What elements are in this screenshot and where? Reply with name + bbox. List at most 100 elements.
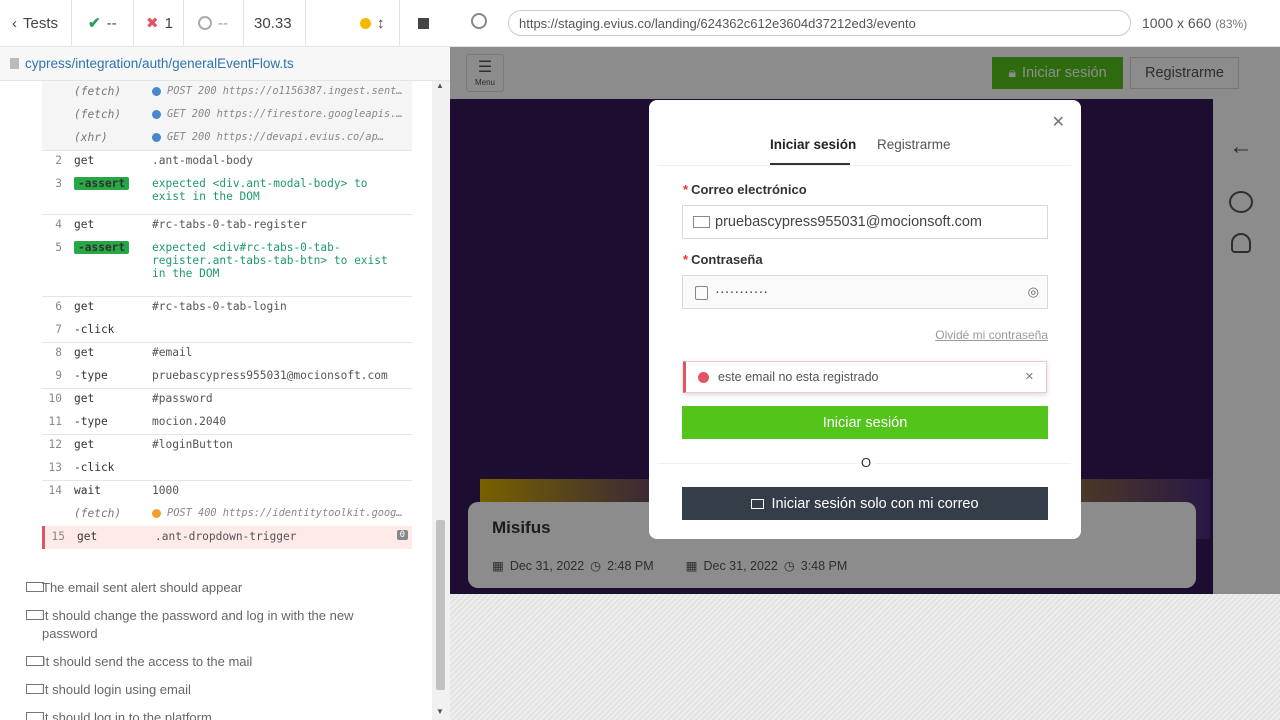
test-item[interactable]: it should login using email (26, 681, 376, 699)
command-name: (fetch) (74, 507, 122, 520)
updown-arrow-icon: ↕ (377, 14, 385, 32)
network-request-row[interactable]: (fetch) POST 200 https://o1156387.ingest.… (42, 81, 412, 104)
command-number: 13 (48, 461, 62, 474)
test-item[interactable]: it should change the password and log in… (26, 607, 376, 643)
passed-count[interactable]: ✔ -- (72, 0, 134, 46)
failed-count[interactable]: ✖ 1 (134, 0, 184, 46)
command-row[interactable]: 11 -type mocion.2040 (42, 411, 412, 434)
test-item[interactable]: The email sent alert should appear (26, 579, 376, 597)
command-name: -click (74, 323, 115, 336)
error-icon (698, 372, 709, 383)
test-item[interactable]: It should send the access to the mail (26, 653, 376, 671)
viewport-size: 1000 x 660 (83%) (1142, 15, 1247, 31)
command-row[interactable]: 13 -click (42, 457, 412, 480)
request-status-dot-icon (152, 132, 161, 142)
email-label: * Correo electrónico (683, 182, 807, 197)
email-label-text: Correo electrónico (691, 182, 807, 197)
command-row[interactable]: 2 get .ant-modal-body (42, 150, 412, 173)
stop-icon (418, 17, 429, 29)
close-icon[interactable]: ✕ (1052, 112, 1065, 132)
request-url: POST 400 https://identitytoolkit.googlea… (167, 507, 406, 519)
login-modal: ✕ Iniciar sesión Registrarme * Correo ele… (649, 100, 1081, 539)
failed-value: 1 (164, 14, 173, 32)
checkbox-icon (26, 610, 44, 620)
reporter-scrollbar[interactable]: ▲ ▼ (432, 81, 450, 720)
command-message: #password (152, 392, 213, 405)
command-number: 2 (55, 154, 62, 167)
email-only-label: Iniciar sesión solo con mi correo (771, 495, 979, 512)
checkbox-icon (26, 684, 44, 694)
request-url: GET 200 https://devapi.evius.co/ap… (167, 131, 384, 143)
command-row[interactable]: 15 get .ant-dropdown-trigger 0 (42, 526, 412, 549)
pending-count[interactable]: -- (184, 0, 244, 46)
target-icon[interactable] (471, 13, 487, 29)
network-request-row[interactable]: (xhr) GET 200 https://devapi.evius.co/ap… (42, 127, 412, 150)
command-row[interactable]: 3 -assert expected <div.ant-modal-body> to… (42, 173, 412, 214)
checkbox-icon (26, 656, 44, 666)
command-row[interactable]: 5 -assert expected <div#rc-tabs-0-tab-regi… (42, 237, 412, 296)
password-field[interactable]: ··········· ◎ (682, 275, 1048, 309)
email-only-login-button[interactable]: Iniciar sesión solo con mi correo (682, 487, 1048, 520)
command-number: 6 (55, 300, 62, 313)
network-request-row[interactable]: (fetch) GET 200 https://firestore.googlea… (42, 104, 412, 127)
tab-login[interactable]: Iniciar sesión (770, 137, 856, 152)
stop-button[interactable] (400, 0, 450, 46)
command-message: #loginButton (152, 438, 233, 451)
command-row[interactable]: 14 wait 1000 (42, 480, 412, 503)
command-message: expected <div#rc-tabs-0-tab-register.ant… (152, 241, 388, 280)
command-name: get (74, 300, 95, 313)
request-status-dot-icon (152, 109, 161, 119)
password-value: ··········· (715, 284, 769, 300)
eye-invisible-icon[interactable]: ◎ (1028, 284, 1039, 300)
command-message: expected <div.ant-modal-body> to exist i… (152, 177, 368, 203)
test-title: It should send the access to the mail (42, 654, 253, 669)
command-row[interactable]: 7 -click (42, 319, 412, 342)
test-item[interactable]: it should log in to the platform (26, 709, 376, 720)
auto-scroll-toggle[interactable]: ↕ (306, 0, 400, 46)
close-icon[interactable]: ✕ (1025, 370, 1034, 383)
command-number: 4 (55, 218, 62, 231)
tab-register-label: Registrarme (877, 137, 951, 152)
tab-register[interactable]: Registrarme (877, 137, 951, 152)
email-field[interactable]: pruebascypress955031@mocionsoft.com (682, 205, 1048, 239)
password-label-text: Contraseña (691, 252, 763, 267)
command-row[interactable]: 10 get #password (42, 388, 412, 411)
forgot-password-link[interactable]: Olvidé mi contraseña (935, 328, 1048, 342)
scroll-down-arrow[interactable]: ▼ (436, 707, 444, 716)
tests-label: Tests (23, 14, 59, 32)
command-name: get (74, 154, 95, 167)
browser-toolbar: https://staging.evius.co/landing/624362c… (450, 0, 1280, 47)
command-message: POST 200 https://o1156387.ingest.sentry.… (152, 85, 406, 97)
command-message: GET 200 https://devapi.evius.co/ap… (152, 131, 406, 143)
command-row[interactable]: 8 get #email (42, 342, 412, 365)
spec-path-link[interactable]: cypress/integration/auth/generalEventFlo… (25, 56, 294, 71)
command-log: (fetch) POST 200 https://o1156387.ingest.… (0, 81, 432, 720)
test-title: it should change the password and log in… (42, 608, 354, 641)
command-name: (xhr) (74, 131, 108, 144)
pending-circle-icon (198, 16, 212, 30)
tabs-divider (657, 165, 1071, 166)
command-name: get (74, 346, 95, 359)
command-row[interactable]: 6 get #rc-tabs-0-tab-login (42, 296, 412, 319)
test-title: it should login using email (42, 682, 191, 697)
command-number: 12 (48, 438, 62, 451)
chevron-left-icon: ‹ (12, 14, 17, 32)
app-viewport: ☰ Menu 🔒︎ Iniciar sesión Registrarme ← Mi… (450, 47, 1280, 594)
submit-login-button[interactable]: Iniciar sesión (682, 406, 1048, 439)
request-url: GET 200 https://firestore.googleapis.com… (167, 108, 406, 120)
command-name: get (74, 392, 95, 405)
element-count-badge: 0 (396, 530, 408, 540)
network-request-row[interactable]: (fetch) POST 400 https://identitytoolkit.… (42, 503, 412, 526)
url-bar[interactable]: https://staging.evius.co/landing/624362c… (508, 10, 1131, 36)
request-status-dot-icon (152, 508, 161, 518)
command-number: 9 (55, 369, 62, 382)
scroll-up-arrow[interactable]: ▲ (436, 81, 444, 90)
tests-toggle[interactable]: ‹ Tests (0, 0, 72, 46)
checkbox-icon (26, 712, 44, 720)
running-dot-icon (360, 17, 371, 29)
scrollbar-thumb[interactable] (436, 520, 445, 690)
command-name: get (77, 530, 98, 543)
command-row[interactable]: 12 get #loginButton (42, 434, 412, 457)
command-row[interactable]: 9 -type pruebascypress955031@mocionsoft.co… (42, 365, 412, 388)
command-row[interactable]: 4 get #rc-tabs-0-tab-register (42, 214, 412, 237)
